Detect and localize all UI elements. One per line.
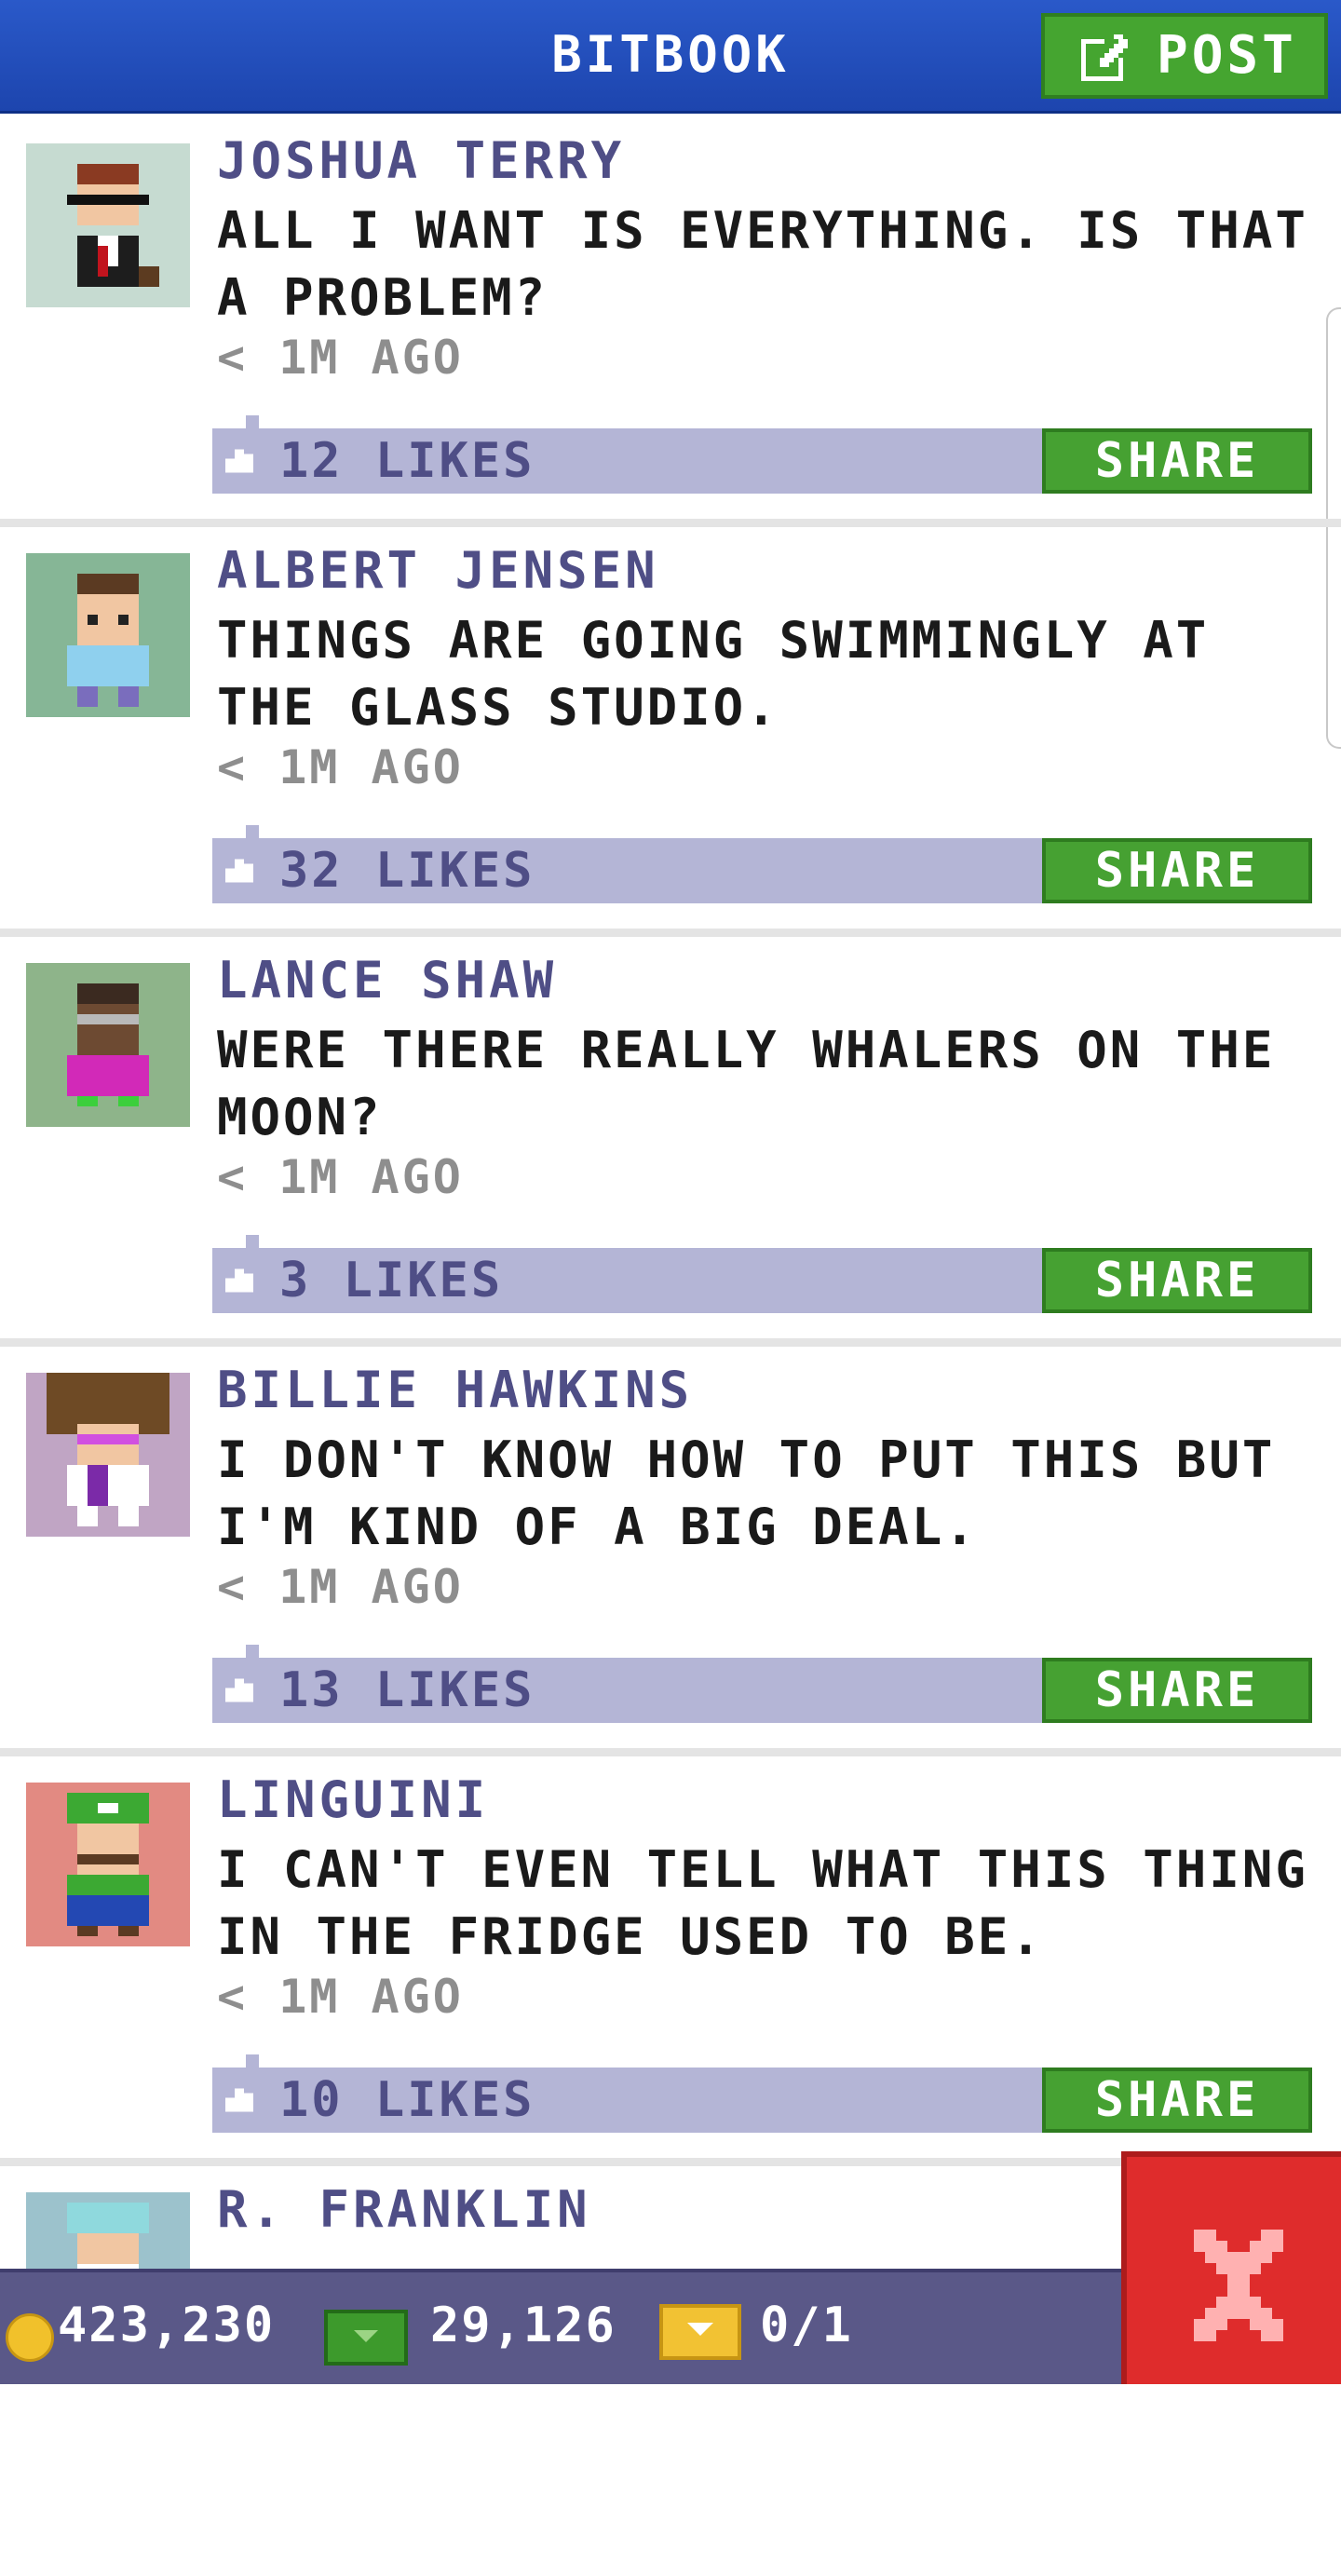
author-name[interactable]: LINGUINI bbox=[217, 1769, 489, 1831]
like-icon bbox=[225, 1678, 253, 1702]
share-button[interactable]: SHARE bbox=[1042, 2068, 1312, 2133]
post-text: THINGS ARE GOING SWIMMINGLY AT THE GLASS… bbox=[217, 611, 1210, 737]
post-time: < 1M AGO bbox=[217, 1560, 464, 1614]
like-bar: 10 LIKES SHARE bbox=[212, 2054, 1312, 2133]
post-card: LINGUINI I CAN'T EVEN TELL WHAT THIS THI… bbox=[0, 1756, 1341, 2166]
avatar[interactable] bbox=[26, 553, 190, 717]
like-bar: 3 LIKES SHARE bbox=[212, 1235, 1312, 1313]
post-text: ALL I WANT IS EVERYTHING. IS THAT A PROB… bbox=[217, 201, 1308, 327]
post-text: I DON'T KNOW HOW TO PUT THIS BUT I'M KIN… bbox=[217, 1430, 1276, 1556]
avatar-image bbox=[26, 143, 190, 307]
coin-count: 423,230 bbox=[58, 2298, 276, 2353]
author-name[interactable]: BILLIE HAWKINS bbox=[217, 1360, 693, 1421]
edit-icon bbox=[1081, 34, 1128, 81]
like-bar: 32 LIKES SHARE bbox=[212, 825, 1312, 903]
post-time: < 1M AGO bbox=[217, 331, 464, 385]
avatar-image bbox=[26, 1783, 190, 1946]
cash-icon bbox=[324, 2310, 408, 2366]
post-card: ALBERT JENSEN THINGS ARE GOING SWIMMINGL… bbox=[0, 527, 1341, 937]
ticket-count: 0/1 bbox=[760, 2298, 853, 2353]
app-header: BITBOOK POST bbox=[0, 0, 1341, 114]
author-name[interactable]: LANCE SHAW bbox=[217, 950, 557, 1011]
like-bar: 12 LIKES SHARE bbox=[212, 415, 1312, 494]
post-time: < 1M AGO bbox=[217, 740, 464, 794]
share-button[interactable]: SHARE bbox=[1042, 838, 1312, 903]
close-button[interactable] bbox=[1121, 2151, 1341, 2384]
post-card: LANCE SHAW WERE THERE REALLY WHALERS ON … bbox=[0, 937, 1341, 1347]
like-bar: 13 LIKES SHARE bbox=[212, 1645, 1312, 1723]
post-time: < 1M AGO bbox=[217, 1970, 464, 2024]
share-button[interactable]: SHARE bbox=[1042, 1248, 1312, 1313]
author-name[interactable]: JOSHUA TERRY bbox=[217, 130, 625, 192]
avatar-image bbox=[26, 963, 190, 1127]
like-count[interactable]: 32 LIKES bbox=[279, 842, 535, 900]
avatar[interactable] bbox=[26, 1373, 190, 1537]
avatar[interactable] bbox=[26, 963, 190, 1127]
like-count[interactable]: 12 LIKES bbox=[279, 432, 535, 490]
author-name[interactable]: ALBERT JENSEN bbox=[217, 540, 659, 602]
share-button[interactable]: SHARE bbox=[1042, 1658, 1312, 1723]
like-count[interactable]: 13 LIKES bbox=[279, 1661, 535, 1719]
post-text: WERE THERE REALLY WHALERS ON THE MOON? bbox=[217, 1021, 1276, 1146]
coin-icon bbox=[6, 2313, 54, 2362]
post-time: < 1M AGO bbox=[217, 1150, 464, 1204]
post-text: I CAN'T EVEN TELL WHAT THIS THING IN THE… bbox=[217, 1840, 1308, 1966]
like-count[interactable]: 10 LIKES bbox=[279, 2071, 535, 2129]
like-icon bbox=[225, 859, 253, 883]
avatar-image bbox=[26, 1373, 190, 1537]
like-icon bbox=[225, 1268, 253, 1293]
close-icon bbox=[1194, 2230, 1283, 2341]
post-label: POST bbox=[1157, 25, 1297, 86]
avatar-image bbox=[26, 553, 190, 717]
like-icon bbox=[225, 449, 253, 473]
like-count[interactable]: 3 LIKES bbox=[279, 1252, 503, 1309]
post-button[interactable]: POST bbox=[1041, 13, 1328, 99]
share-button[interactable]: SHARE bbox=[1042, 428, 1312, 494]
avatar[interactable] bbox=[26, 1783, 190, 1946]
ticket-icon bbox=[659, 2304, 741, 2360]
avatar[interactable] bbox=[26, 143, 190, 307]
author-name[interactable]: R. FRANKLIN bbox=[217, 2179, 591, 2241]
post-card: BILLIE HAWKINS I DON'T KNOW HOW TO PUT T… bbox=[0, 1347, 1341, 1756]
like-icon bbox=[225, 2088, 253, 2112]
cash-count: 29,126 bbox=[430, 2298, 616, 2353]
post-card: JOSHUA TERRY ALL I WANT IS EVERYTHING. I… bbox=[0, 117, 1341, 527]
